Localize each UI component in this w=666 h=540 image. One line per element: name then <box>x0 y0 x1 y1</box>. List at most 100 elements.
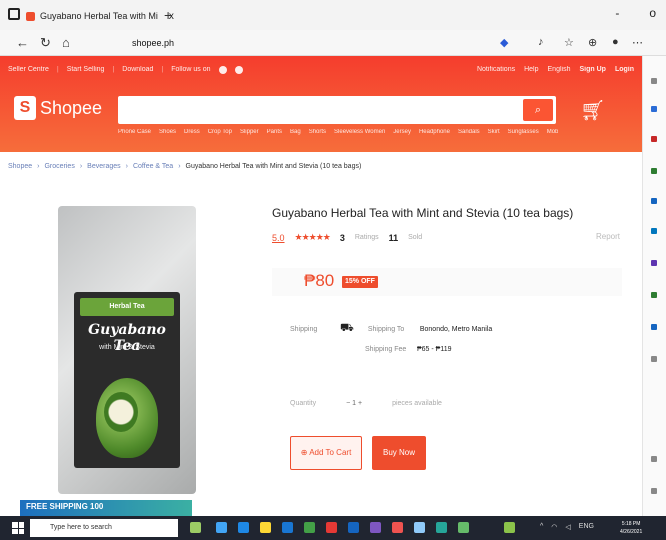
buy-now-button[interactable]: Buy Now <box>372 436 426 470</box>
language-indicator[interactable]: ENG <box>579 523 594 531</box>
sidebar-tools-icon[interactable] <box>651 136 657 142</box>
new-tab-button[interactable]: + <box>164 7 172 23</box>
profile-icon[interactable]: ● <box>612 36 619 48</box>
facebook-icon[interactable] <box>218 66 227 74</box>
favorites-icon[interactable]: ☆ <box>564 36 574 49</box>
rating-score[interactable]: 5.0 <box>272 233 285 243</box>
word-icon[interactable] <box>282 522 293 533</box>
quantity-stepper[interactable]: − 1 + <box>346 400 362 407</box>
hotword-link[interactable]: Skirt <box>488 129 500 135</box>
file-explorer-icon[interactable] <box>260 522 271 533</box>
sidebar-app-icon[interactable] <box>651 260 657 266</box>
excel-icon[interactable] <box>304 522 315 533</box>
sidebar-app-icon[interactable] <box>651 324 657 330</box>
report-link[interactable]: Report <box>596 232 620 241</box>
refresh-icon[interactable]: ↻ <box>40 35 51 51</box>
shipping-fee-label: Shipping Fee <box>365 346 407 353</box>
search-input[interactable] <box>124 100 514 120</box>
sidebar-settings-icon[interactable] <box>651 488 657 494</box>
instagram-icon[interactable] <box>234 66 243 74</box>
hotword-link[interactable]: Sunglasses <box>508 129 539 135</box>
add-to-cart-button[interactable]: ⊕ Add To Cart <box>290 436 362 470</box>
weather-icon[interactable] <box>504 522 515 533</box>
breadcrumb-item[interactable]: Coffee & Tea <box>133 163 173 170</box>
app-icon[interactable] <box>436 522 447 533</box>
language-select[interactable]: English <box>548 66 571 73</box>
sidebar-games-icon[interactable] <box>651 168 657 174</box>
shipping-fee-value[interactable]: ₱65 - ₱119 <box>417 346 452 353</box>
hotword-link[interactable]: Phone Case <box>118 129 151 135</box>
collections-icon[interactable]: ⊕ <box>588 36 597 49</box>
app-icon[interactable] <box>414 522 425 533</box>
hotword-link[interactable]: Headphone <box>419 129 450 135</box>
ratings-count[interactable]: 3 <box>340 233 345 243</box>
hotword-link[interactable]: Bag <box>290 129 301 135</box>
hotword-link[interactable]: Crop Top <box>208 129 232 135</box>
sidebar-search-icon[interactable] <box>651 78 657 84</box>
task-view-icon[interactable] <box>216 522 227 533</box>
maximize-button[interactable]: o <box>649 6 656 20</box>
shipping-label: Shipping <box>290 325 318 333</box>
home-icon[interactable]: ⌂ <box>62 35 70 50</box>
login-link[interactable]: Login <box>615 66 634 73</box>
pack-subtitle: with Mint & Stevia <box>99 344 155 351</box>
network-icon[interactable]: ◠ <box>551 523 557 531</box>
sidebar-add-icon[interactable] <box>651 356 657 362</box>
hotword-link[interactable]: Sandals <box>458 129 480 135</box>
hotword-link[interactable]: Dress <box>184 129 200 135</box>
shopee-logo[interactable]: S Shopee <box>14 96 102 120</box>
notifications-link[interactable]: Notifications <box>477 66 515 73</box>
header-topbar: Seller Centre | Start Selling | Download… <box>8 66 634 74</box>
taskbar-search[interactable]: Type here to search <box>30 519 178 537</box>
powerpoint-icon[interactable] <box>326 522 337 533</box>
breadcrumb-item[interactable]: Beverages <box>87 163 120 170</box>
outlook-icon[interactable] <box>348 522 359 533</box>
browser-tab[interactable]: Guyabano Herbal Tea with Mi x <box>26 6 176 26</box>
windows-start-icon[interactable] <box>12 522 24 534</box>
sidebar-layout-icon[interactable] <box>651 456 657 462</box>
minimize-button[interactable]: - <box>615 6 619 20</box>
back-icon[interactable]: ← <box>16 35 29 50</box>
app-icon[interactable] <box>392 522 403 533</box>
hotword-link[interactable]: Pants <box>267 129 282 135</box>
volume-icon[interactable]: ◁ <box>565 523 570 531</box>
hotword-link[interactable]: Shorts <box>309 129 326 135</box>
search-button[interactable]: ⌕ <box>523 99 553 121</box>
breadcrumb-item[interactable]: Groceries <box>44 163 74 170</box>
hotword-link[interactable]: Jersey <box>393 129 411 135</box>
cart-icon[interactable]: 🛒︎ <box>580 98 605 123</box>
taskbar-app-icon[interactable] <box>190 522 201 533</box>
browser-sidebar <box>642 56 666 516</box>
help-link[interactable]: Help <box>524 66 538 73</box>
sidebar-shopping-icon[interactable] <box>651 106 657 112</box>
seller-centre-link[interactable]: Seller Centre <box>8 66 49 74</box>
edge-icon[interactable] <box>238 522 249 533</box>
download-link[interactable]: Download <box>122 66 153 74</box>
taskbar-clock[interactable]: 5:18 PM 4/26/2021 <box>620 520 642 536</box>
product-image[interactable]: Herbal Tea Guyabano Tea with Mint & Stev… <box>58 206 196 494</box>
sign-up-link[interactable]: Sign Up <box>579 66 605 73</box>
hotword-link[interactable]: Shoes <box>159 129 176 135</box>
shipping-to-value[interactable]: Bonondo, Metro Manila <box>420 326 492 333</box>
app-icon[interactable] <box>458 522 469 533</box>
hotword-link[interactable]: Sleeveless Women <box>334 129 385 135</box>
extension-icon[interactable]: ◆ <box>500 36 508 49</box>
menu-icon[interactable]: ⋯ <box>632 36 643 49</box>
add-to-cart-label: Add To Cart <box>309 448 352 457</box>
breadcrumb-item[interactable]: Shopee <box>8 163 32 170</box>
teams-icon[interactable] <box>370 522 381 533</box>
cart-plus-icon: ⊕ <box>300 448 310 457</box>
quantity-row: Quantity − 1 + pieces available <box>290 400 442 407</box>
sold-label: Sold <box>408 234 423 241</box>
chevron-up-icon[interactable]: ^ <box>540 523 543 531</box>
start-selling-link[interactable]: Start Selling <box>67 66 105 74</box>
follow-us-label: Follow us on <box>171 66 211 73</box>
address-bar[interactable]: shopee.ph <box>88 34 508 52</box>
read-aloud-icon[interactable]: ♪ <box>538 36 544 48</box>
hotword-link[interactable]: Slipper <box>240 129 259 135</box>
window-menu-icon[interactable] <box>8 8 20 20</box>
sidebar-app-icon[interactable] <box>651 292 657 298</box>
sidebar-outlook-icon[interactable] <box>651 228 657 234</box>
sidebar-office-icon[interactable] <box>651 198 657 204</box>
hotword-link[interactable]: Mobile Phone <box>547 129 558 135</box>
